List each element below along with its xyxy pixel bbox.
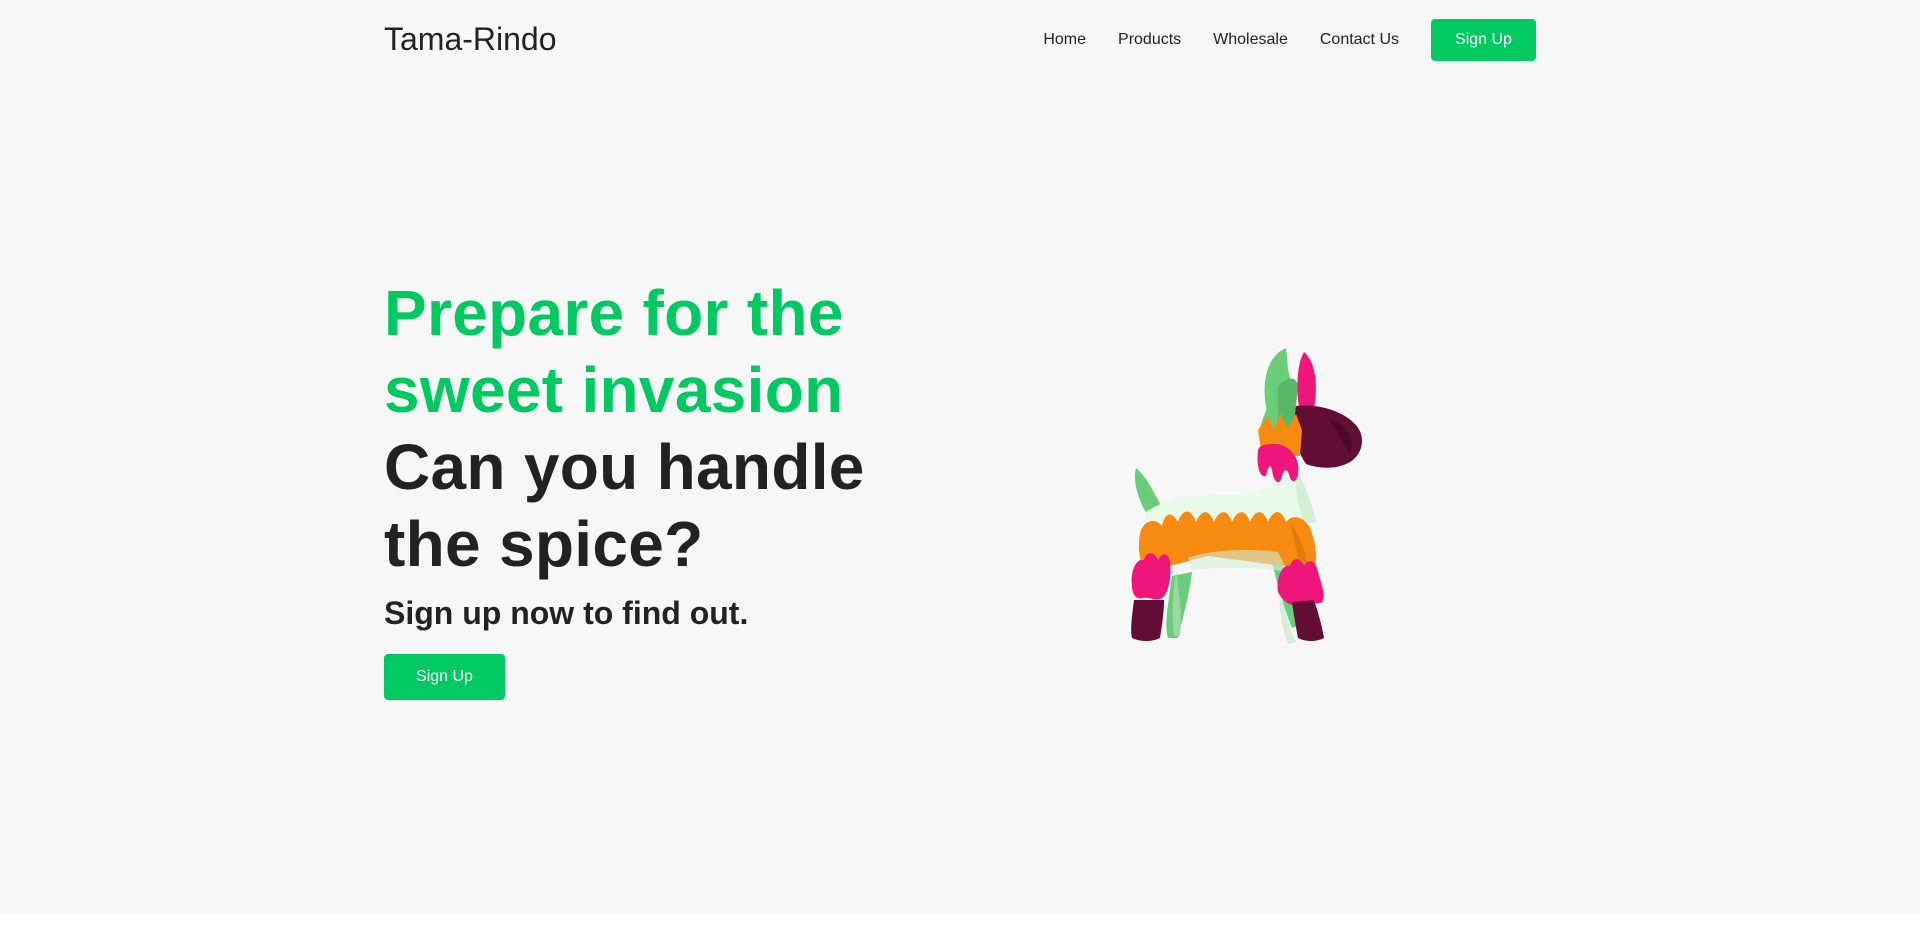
site-logo[interactable]: Tama-Rindo (384, 21, 557, 58)
hero-signup-button[interactable]: Sign Up (384, 654, 505, 700)
nav-products-link[interactable]: Products (1118, 31, 1181, 49)
headline-line-1: Prepare for the (384, 277, 844, 349)
nav-contact-link[interactable]: Contact Us (1320, 31, 1399, 49)
header-signup-button[interactable]: Sign Up (1431, 19, 1536, 61)
main-nav: Home Products Wholesale Contact Us Sign … (1043, 19, 1536, 61)
nav-home-link[interactable]: Home (1043, 31, 1086, 49)
landing-page: Tama-Rindo Home Products Wholesale Conta… (0, 0, 1920, 913)
site-header: Tama-Rindo Home Products Wholesale Conta… (384, 0, 1536, 80)
nav-wholesale-link[interactable]: Wholesale (1213, 31, 1288, 49)
pinata-donkey-illustration (1128, 346, 1368, 646)
pinata-icon (1131, 348, 1363, 644)
